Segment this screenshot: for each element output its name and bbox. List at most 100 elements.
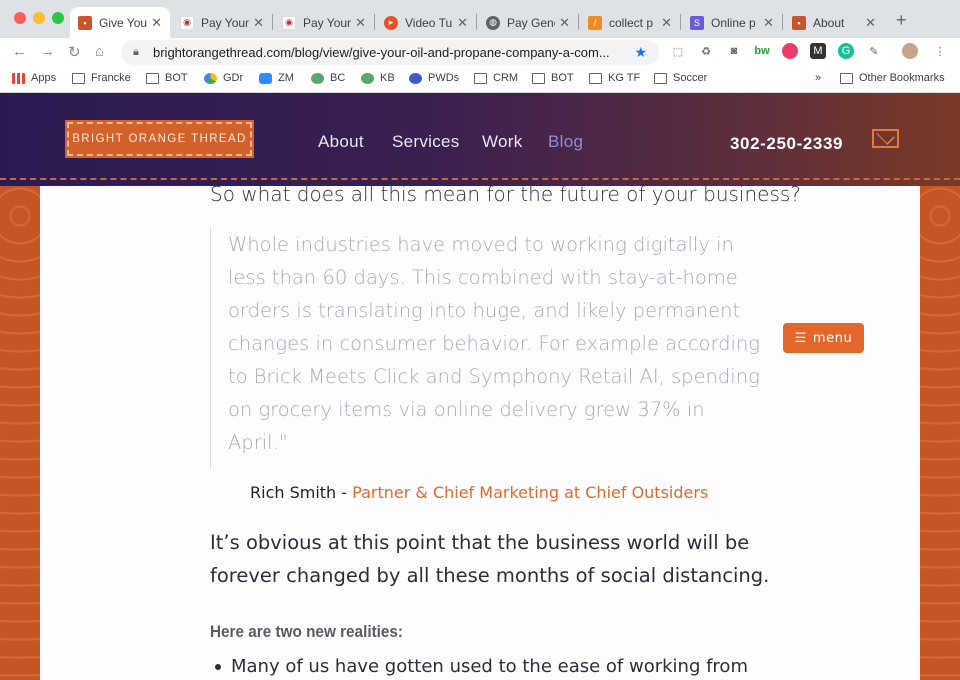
collect-favicon-icon: / [588, 15, 602, 30]
mail-icon[interactable] [872, 129, 899, 148]
tab-separator [374, 14, 375, 30]
quote-line: on grocery items via online delivery gre… [228, 398, 705, 421]
bookmark-kg-tf[interactable]: KG TF [589, 72, 640, 84]
nav-about[interactable]: About [318, 132, 364, 152]
tab-title: Online p [711, 15, 756, 30]
quote-attribution: Rich Smith - Partner & Chief Marketing a… [250, 483, 708, 502]
tab-title: Pay Your [303, 15, 352, 30]
drive-icon [204, 72, 217, 84]
bw-extension-icon[interactable]: bw [754, 43, 770, 59]
close-tab-icon[interactable]: ✕ [457, 15, 468, 31]
reload-icon[interactable]: ↻ [68, 43, 81, 61]
maximize-window-button[interactable] [52, 12, 64, 24]
tab-title: About [813, 15, 845, 30]
bookmark-bot[interactable]: BOT [146, 72, 188, 84]
nav-work[interactable]: Work [482, 132, 523, 152]
close-tab-icon[interactable]: ✕ [865, 15, 876, 31]
bookmark-francke[interactable]: Francke [72, 72, 131, 84]
quote-line: April." [228, 431, 288, 454]
browser-toolbar: ← → ↻ ⌂ 🔒︎ brightorangethread.com/blog/v… [0, 38, 960, 67]
bookmark-label: BOT [165, 72, 188, 84]
gear-icon [409, 72, 422, 84]
section-heading: Here are two new realities: [210, 622, 404, 641]
address-bar[interactable]: 🔒︎ brightorangethread.com/blog/view/give… [121, 40, 659, 65]
bookmark-zm[interactable]: ZM [259, 72, 294, 84]
article-paragraph: It’s obvious at this point that the busi… [210, 526, 769, 592]
quote-line: to Brick Meets Click and Symphony Retail… [228, 365, 760, 388]
new-tab-button[interactable]: + [896, 10, 907, 31]
close-tab-icon[interactable]: ✕ [253, 15, 264, 31]
folder-icon [840, 72, 853, 84]
browser-tab-6[interactable]: / collect p ✕ [580, 7, 680, 38]
other-bookmarks[interactable]: Other Bookmarks [840, 72, 945, 84]
tab-title: Pay Your [201, 15, 250, 30]
pink-extension-icon[interactable] [782, 43, 798, 59]
close-window-button[interactable] [14, 12, 26, 24]
m-extension-icon[interactable]: M [810, 43, 826, 59]
grammarly-extension-icon[interactable]: G [838, 43, 854, 59]
bookmark-bc[interactable]: BC [311, 72, 345, 84]
site-logo[interactable]: BRIGHT ORANGE THREAD [65, 120, 254, 158]
paragraph-line: It’s obvious at this point that the busi… [210, 531, 750, 554]
browser-tab-2[interactable]: ◉ Pay Your ✕ [172, 7, 272, 38]
quote-line: less than 60 days. This combined with st… [228, 266, 738, 289]
profile-avatar[interactable] [902, 43, 918, 59]
browser-tab-1[interactable]: ▪ Give Your ✕ [70, 7, 170, 38]
cloud-icon [361, 72, 374, 84]
attribution-name: Rich Smith [250, 483, 337, 502]
bookmark-apps[interactable]: Apps [12, 72, 56, 84]
close-tab-icon[interactable]: ✕ [151, 15, 162, 31]
browser-tab-3[interactable]: ◉ Pay Your ✕ [274, 7, 374, 38]
browser-tab-4[interactable]: ▸ Video Tu ✕ [376, 7, 476, 38]
close-tab-icon[interactable]: ✕ [559, 15, 570, 31]
browser-tab-8[interactable]: ▪ About ✕ [784, 7, 884, 38]
browser-tab-7[interactable]: S Online p ✕ [682, 7, 782, 38]
decorative-texture-left [0, 186, 40, 680]
folder-icon [474, 72, 487, 84]
bookmark-star-icon[interactable]: ★ [634, 44, 647, 61]
bookmark-kb[interactable]: KB [361, 72, 395, 84]
tab-separator [782, 14, 783, 30]
close-tab-icon[interactable]: ✕ [661, 15, 672, 31]
camera-extension-icon[interactable]: ◙ [726, 43, 742, 59]
back-arrow-icon[interactable]: ← [12, 43, 27, 60]
menu-button[interactable]: ☰ menu [783, 323, 864, 353]
close-tab-icon[interactable]: ✕ [355, 15, 366, 31]
forward-arrow-icon[interactable]: → [40, 43, 55, 60]
eyedropper-extension-icon[interactable]: ✎ [866, 43, 882, 59]
nav-services[interactable]: Services [392, 132, 460, 152]
menu-button-label: menu [812, 330, 853, 346]
bookmark-gdr[interactable]: GDr [204, 72, 243, 84]
recycle-extension-icon[interactable]: ♻ [698, 43, 714, 59]
screenshot-extension-icon[interactable]: ⬚ [670, 43, 686, 59]
tab-separator [272, 14, 273, 30]
bookmarks-overflow-button[interactable]: » [815, 72, 821, 84]
phone-number[interactable]: 302-250-2339 [730, 134, 843, 154]
folder-icon [146, 72, 159, 84]
bookmark-crm[interactable]: CRM [474, 72, 518, 84]
bookmarks-bar: Apps Francke BOT GDr ZM BC KB PWDs CRM B… [0, 67, 960, 93]
home-icon[interactable]: ⌂ [95, 43, 104, 60]
lips-favicon-icon: ◉ [180, 15, 194, 30]
bookmark-pwds[interactable]: PWDs [409, 72, 459, 84]
close-tab-icon[interactable]: ✕ [763, 15, 774, 31]
quote-line: changes in consumer behavior. For exampl… [228, 332, 761, 355]
bullet-dot [215, 664, 221, 670]
paragraph-line: forever changed by all these months of s… [210, 564, 770, 587]
minimize-window-button[interactable] [33, 12, 45, 24]
decorative-texture-right [920, 186, 960, 680]
nav-blog[interactable]: Blog [548, 132, 583, 152]
bookmark-soccer[interactable]: Soccer [654, 72, 707, 84]
attribution-separator: - [336, 483, 353, 502]
bookmark-label: Apps [31, 72, 57, 84]
bookmark-label: BC [330, 72, 346, 84]
hamburger-icon: ☰ [794, 330, 807, 346]
more-menu-icon[interactable]: ⋮ [932, 43, 948, 59]
bookmark-bot-2[interactable]: BOT [532, 72, 574, 84]
bookmark-label: Other Bookmarks [859, 72, 945, 84]
bookmark-label: CRM [493, 72, 519, 84]
browser-tab-5[interactable]: ◍ Pay Gene ✕ [478, 7, 578, 38]
bookmark-label: Soccer [673, 72, 708, 84]
list-item-text: Many of us have gotten used to the ease … [231, 656, 748, 677]
bookmark-label: KG TF [608, 72, 641, 84]
